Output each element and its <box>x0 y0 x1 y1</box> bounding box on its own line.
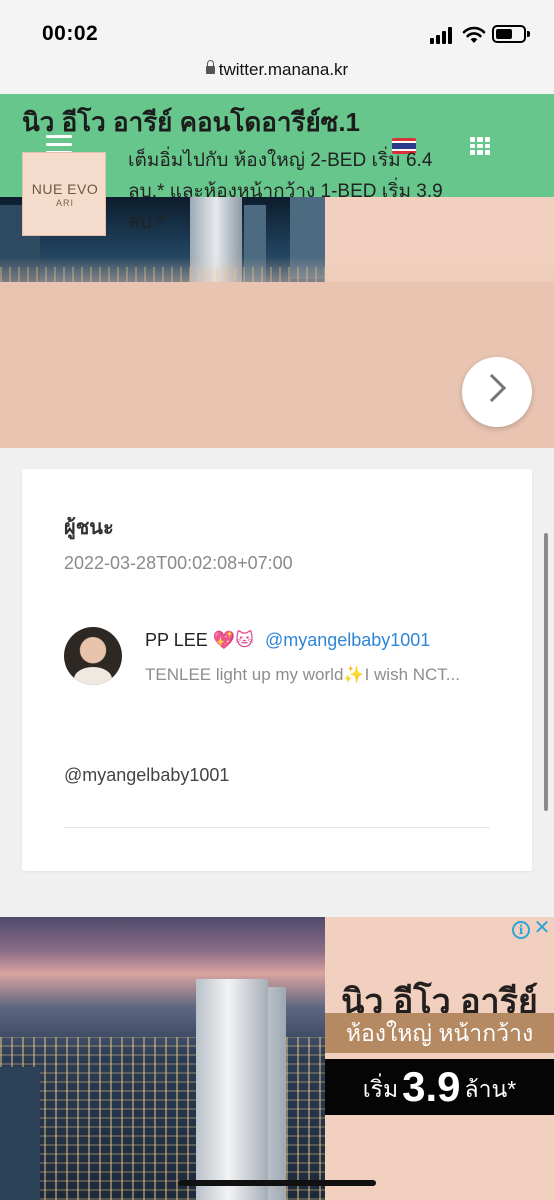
status-time: 00:02 <box>42 22 99 45</box>
post-card: ผู้ชนะ 2022-03-28T00:02:08+07:00 PP LEE … <box>22 469 532 871</box>
author-name: PP LEE <box>145 630 208 650</box>
chevron-right-icon <box>477 373 507 403</box>
mention-text: @myangelbaby1001 <box>64 765 230 785</box>
status-bar: 00:02 twitter.manana.kr <box>0 0 554 94</box>
tweet-author[interactable]: PP LEE 💖🐱 @myangelbaby1001 <box>145 630 430 651</box>
post-title: ผู้ชนะ <box>64 517 114 539</box>
banner-ad-logo: NUE EVO ARI <box>22 152 106 236</box>
close-icon[interactable]: ✕ <box>533 917 551 939</box>
battery-icon <box>492 25 530 43</box>
avatar[interactable] <box>64 627 122 685</box>
display-ad-price: เริ่ม3.9 ล้าน* <box>325 1059 554 1115</box>
banner-ad-description: เต็มอิ่มไปกับ ห้องใหญ่ 2-BED เริ่ม 6.4 ล… <box>128 150 443 233</box>
lock-icon <box>205 60 215 74</box>
cellular-signal-icon <box>430 26 456 44</box>
logo-text: NUE EVO <box>31 181 99 197</box>
logo-subtext: ARI <box>55 198 74 208</box>
tweet-text[interactable]: TENLEE light up my world✨I wish NCT... <box>145 665 490 685</box>
home-indicator[interactable] <box>178 1180 376 1186</box>
wifi-icon <box>462 26 486 43</box>
author-emoji: 💖🐱 <box>212 630 254 650</box>
author-handle-link[interactable]: @myangelbaby1001 <box>265 630 430 650</box>
url-text: twitter.manana.kr <box>218 60 349 79</box>
post-timestamp: 2022-03-28T00:02:08+07:00 <box>64 553 293 573</box>
address-bar[interactable]: twitter.manana.kr <box>0 60 554 80</box>
display-ad-tagline: ห้องใหญ่ หน้ากว้าง <box>325 1013 554 1053</box>
price-prefix: เริ่ม <box>362 1076 399 1102</box>
info-icon[interactable]: i <box>512 921 530 939</box>
price-value: 3.9 <box>402 1063 461 1110</box>
divider <box>64 827 490 828</box>
banner-next-button[interactable] <box>462 357 532 427</box>
grid-icon[interactable] <box>470 137 490 155</box>
scrollbar[interactable] <box>544 533 548 811</box>
banner-ad-title[interactable]: นิว อีโว อารีย์ คอนโดอารีย์ซ.1 <box>22 102 360 143</box>
price-suffix: ล้าน* <box>464 1076 517 1102</box>
